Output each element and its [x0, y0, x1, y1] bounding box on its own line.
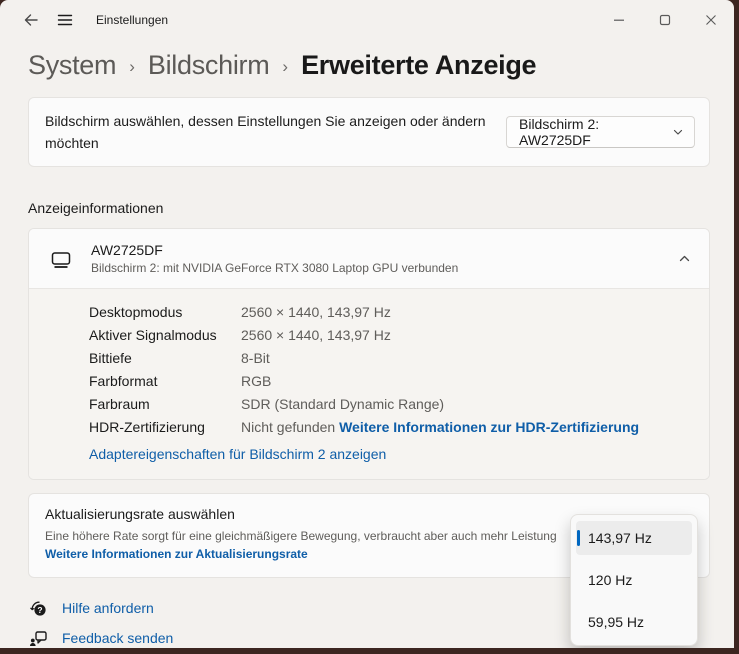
chevron-right-icon: ›	[129, 56, 135, 76]
info-label: Desktopmodus	[89, 303, 183, 320]
desktop-background: Einstellungen System › Bildschirm › Erwe…	[0, 0, 739, 654]
info-row: Bittiefe 8-Bit	[29, 346, 709, 369]
breadcrumb-system[interactable]: System	[28, 50, 117, 81]
back-button[interactable]	[14, 4, 48, 36]
minimize-button[interactable]	[596, 0, 642, 40]
feedback-icon	[28, 629, 48, 648]
display-connection-info: Bildschirm 2: mit NVIDIA GeForce RTX 308…	[91, 261, 459, 275]
section-title: Anzeigeinformationen	[28, 200, 164, 216]
info-value: 2560 × 1440, 143,97 Hz	[241, 327, 391, 343]
info-value: SDR (Standard Dynamic Range)	[241, 396, 444, 412]
get-help-label: Hilfe anfordern	[62, 600, 154, 616]
info-value: 2560 × 1440, 143,97 Hz	[241, 304, 391, 320]
refresh-rate-option[interactable]: 143,97 Hz	[576, 521, 692, 555]
refresh-rate-description-text: Eine höhere Rate sorgt für eine gleichmä…	[45, 529, 557, 543]
minimize-icon	[611, 12, 627, 28]
display-select-dropdown[interactable]: Bildschirm 2: AW2725DF	[506, 116, 695, 148]
adapter-properties-link[interactable]: Adaptereigenschaften für Bildschirm 2 an…	[89, 446, 386, 462]
refresh-rate-info-link[interactable]: Weitere Informationen zur Aktualisierung…	[45, 547, 308, 561]
refresh-rate-option-label: 59,95 Hz	[588, 614, 645, 630]
info-value-text: 2560 × 1440, 143,97 Hz	[241, 303, 391, 320]
display-info-table: Desktopmodus 2560 × 1440, 143,97 Hz Aktive…	[29, 300, 709, 438]
maximize-icon	[657, 12, 673, 28]
info-value-text: 2560 × 1440, 143,97 Hz	[241, 326, 391, 343]
info-label: Bittiefe	[89, 349, 132, 366]
display-select-label: Bildschirm auswählen, dessen Einstellung…	[45, 113, 486, 151]
breadcrumb: System › Bildschirm › Erweiterte Anzeige	[0, 40, 734, 84]
close-button[interactable]	[688, 0, 734, 40]
chevron-right-icon: ›	[282, 56, 289, 76]
settings-window: Einstellungen System › Bildschirm › Erwe…	[0, 0, 734, 648]
close-icon	[703, 12, 719, 28]
collapse-expander-button[interactable]	[667, 243, 701, 275]
titlebar: Einstellungen	[0, 0, 734, 40]
info-value: 8-Bit	[241, 350, 270, 366]
info-value-text: Nicht gefunden	[241, 418, 336, 435]
info-value-text: 8-Bit	[241, 349, 270, 366]
hdr-certification-link[interactable]: Weitere Informationen zur HDR-Zertifizie…	[335, 419, 639, 435]
info-row: Farbraum SDR (Standard Dynamic Range)	[29, 392, 709, 415]
page-title: Erweiterte Anzeige	[301, 49, 537, 80]
info-label: Farbraum	[89, 395, 150, 412]
send-feedback-label: Feedback senden	[62, 630, 174, 646]
svg-text:?: ?	[37, 605, 42, 615]
display-name: AW2725DF	[91, 242, 163, 258]
display-info-header[interactable]: AW2725DF Bildschirm 2: mit NVIDIA GeForc…	[29, 229, 709, 289]
info-row: Farbformat RGB	[29, 369, 709, 392]
display-select-value: Bildschirm 2: AW2725DF	[519, 116, 600, 148]
info-value: RGB	[241, 373, 271, 389]
info-label: Farbformat	[89, 372, 158, 389]
info-row: HDR-Zertifizierung Nicht gefunden Weitere…	[29, 415, 709, 438]
info-value: Nicht gefunden Weitere Informationen zur…	[241, 419, 639, 435]
refresh-rate-option-label: 143,97 Hz	[588, 530, 652, 546]
app-title: Einstellungen	[96, 13, 169, 27]
monitor-icon	[49, 248, 73, 270]
chevron-down-icon	[672, 126, 684, 138]
info-label: Aktiver Signalmodus	[89, 326, 217, 343]
info-value-text: SDR (Standard Dynamic Range)	[241, 395, 445, 412]
refresh-rate-flyout: 143,97 Hz 120 Hz 59,95 Hz	[570, 514, 698, 646]
chevron-up-icon	[678, 252, 691, 265]
help-icon: ?	[28, 599, 48, 618]
display-info-body: Desktopmodus 2560 × 1440, 143,97 Hz Aktive…	[29, 289, 709, 479]
maximize-button[interactable]	[642, 0, 688, 40]
display-info-titles: AW2725DF Bildschirm 2: mit NVIDIA GeForc…	[91, 242, 667, 275]
info-row: Aktiver Signalmodus 2560 × 1440, 143,97 H…	[29, 323, 709, 346]
breadcrumb-bildschirm[interactable]: Bildschirm	[148, 50, 270, 81]
refresh-rate-option-label: 120 Hz	[588, 572, 633, 588]
refresh-rate-description: Eine höhere Rate sorgt für eine gleichmä…	[45, 527, 560, 563]
selected-indicator	[577, 530, 580, 546]
hamburger-icon	[57, 12, 73, 28]
info-row: Desktopmodus 2560 × 1440, 143,97 Hz	[29, 300, 709, 323]
info-value-text: RGB	[241, 372, 272, 389]
display-select-card: Bildschirm auswählen, dessen Einstellung…	[28, 97, 710, 167]
refresh-rate-option[interactable]: 120 Hz	[576, 563, 692, 597]
display-info-card: AW2725DF Bildschirm 2: mit NVIDIA GeForc…	[28, 228, 710, 480]
back-arrow-icon	[23, 12, 39, 28]
refresh-rate-option[interactable]: 59,95 Hz	[576, 605, 692, 639]
info-label: HDR-Zertifizierung	[89, 418, 205, 435]
navigation-menu-button[interactable]	[48, 4, 82, 36]
